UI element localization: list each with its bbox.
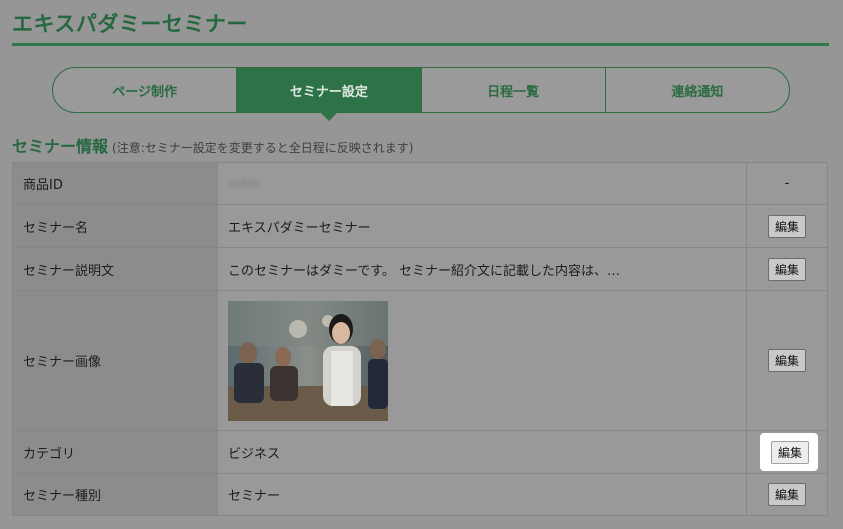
tab-page-production[interactable]: ページ制作	[53, 68, 236, 112]
row-action-none: -	[746, 162, 828, 205]
row-value: セミナー	[217, 473, 747, 516]
table-row: セミナー名 エキスパダミーセミナー 編集	[12, 204, 828, 248]
product-id-value: 32845	[228, 179, 260, 190]
page-title: エキスパダミーセミナー	[12, 12, 248, 36]
seminar-info-table: 商品ID 32845 - セミナー名 エキスパダミーセミナー 編集 セミナー説明…	[12, 162, 828, 516]
edit-image-button[interactable]: 編集	[767, 349, 806, 372]
tab-seminar-settings[interactable]: セミナー設定	[236, 68, 421, 121]
tab-notifications[interactable]: 連絡通知	[604, 68, 789, 112]
table-row: セミナー画像 編集	[12, 290, 828, 431]
row-label: セミナー画像	[12, 290, 218, 431]
tab-bar: ページ制作 セミナー設定 日程一覧 連絡通知	[52, 67, 790, 121]
row-label: セミナー説明文	[12, 247, 218, 291]
table-row: セミナー種別 セミナー 編集	[12, 473, 828, 516]
edit-name-button[interactable]: 編集	[767, 214, 806, 238]
tab-schedule-list[interactable]: 日程一覧	[420, 68, 605, 112]
title-divider	[12, 43, 829, 46]
section-title: セミナー情報	[12, 137, 109, 156]
row-value: エキスパダミーセミナー	[217, 204, 747, 248]
edit-type-button[interactable]: 編集	[767, 483, 806, 506]
table-row: カテゴリ ビジネス	[12, 430, 828, 474]
row-label: セミナー名	[12, 204, 218, 248]
spotlight-highlight: 編集	[760, 433, 818, 471]
table-row: セミナー説明文 このセミナーはダミーです。 セミナー紹介文に記載した内容は、… …	[12, 247, 828, 291]
row-label: 商品ID	[12, 162, 218, 205]
section-heading: セミナー情報 (注意:セミナー設定を変更すると全日程に反映されます)	[12, 133, 413, 157]
row-value: ビジネス	[217, 430, 747, 474]
row-label: カテゴリ	[12, 430, 218, 474]
row-value: このセミナーはダミーです。 セミナー紹介文に記載した内容は、…	[217, 247, 747, 291]
row-label: セミナー種別	[12, 473, 218, 516]
table-row: 商品ID 32845 -	[12, 162, 828, 205]
edit-category-button[interactable]: 編集	[771, 441, 810, 464]
seminar-image	[228, 300, 388, 421]
edit-description-button[interactable]: 編集	[767, 257, 806, 281]
section-note: (注意:セミナー設定を変更すると全日程に反映されます)	[112, 141, 414, 155]
